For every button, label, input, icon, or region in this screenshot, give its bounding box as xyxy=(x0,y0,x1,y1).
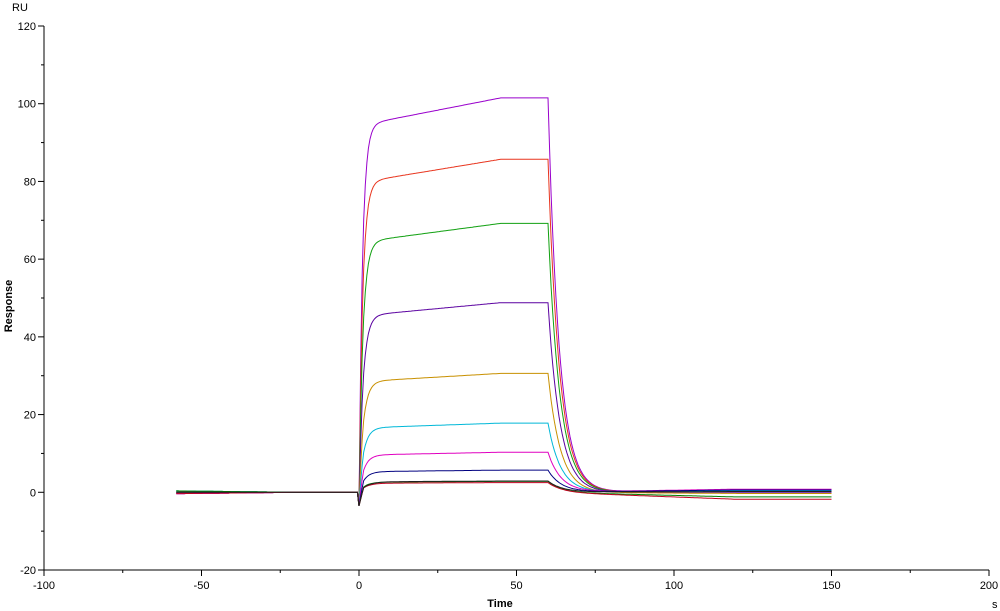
y-tick-label: 0 xyxy=(30,487,36,499)
x-tick-label: 0 xyxy=(356,580,362,592)
x-tick-label: -100 xyxy=(33,580,55,592)
y-tick-label: 40 xyxy=(24,332,36,344)
curves xyxy=(176,97,832,507)
y-tick-label: 20 xyxy=(24,410,36,422)
x-tick-label: 100 xyxy=(665,580,683,592)
y-tick-label: 120 xyxy=(18,21,36,33)
sensorgram-curve xyxy=(176,451,832,506)
sensorgram-curve xyxy=(176,469,832,506)
x-axis-title: Time xyxy=(487,598,512,610)
x-tick-label: 50 xyxy=(510,580,522,592)
sensorgram-curve xyxy=(176,482,832,507)
x-tick-label: -50 xyxy=(194,580,210,592)
sensorgram-chart: -20 0 20 40 60 80 100 120 -100 -50 0 50 100 150 200 RU… xyxy=(3,2,999,611)
x-unit-label: s xyxy=(992,599,998,611)
sensorgram-curve xyxy=(176,222,832,506)
sensorgram-curve xyxy=(176,302,832,506)
y-axis-title: Response xyxy=(3,280,15,333)
y-tick-label: 80 xyxy=(24,176,36,188)
x-tick-label: 200 xyxy=(980,580,998,592)
y-tick-label: 100 xyxy=(18,99,36,111)
sensorgram-curve xyxy=(176,372,832,506)
sensorgram-curve xyxy=(176,158,832,506)
x-tick-label: 150 xyxy=(822,580,840,592)
axes: -20 0 20 40 60 80 100 120 -100 -50 0 50 100 150 200 xyxy=(18,21,999,592)
y-unit-label: RU xyxy=(12,2,28,14)
y-tick-label: -20 xyxy=(20,565,36,577)
y-tick-label: 60 xyxy=(24,254,36,266)
